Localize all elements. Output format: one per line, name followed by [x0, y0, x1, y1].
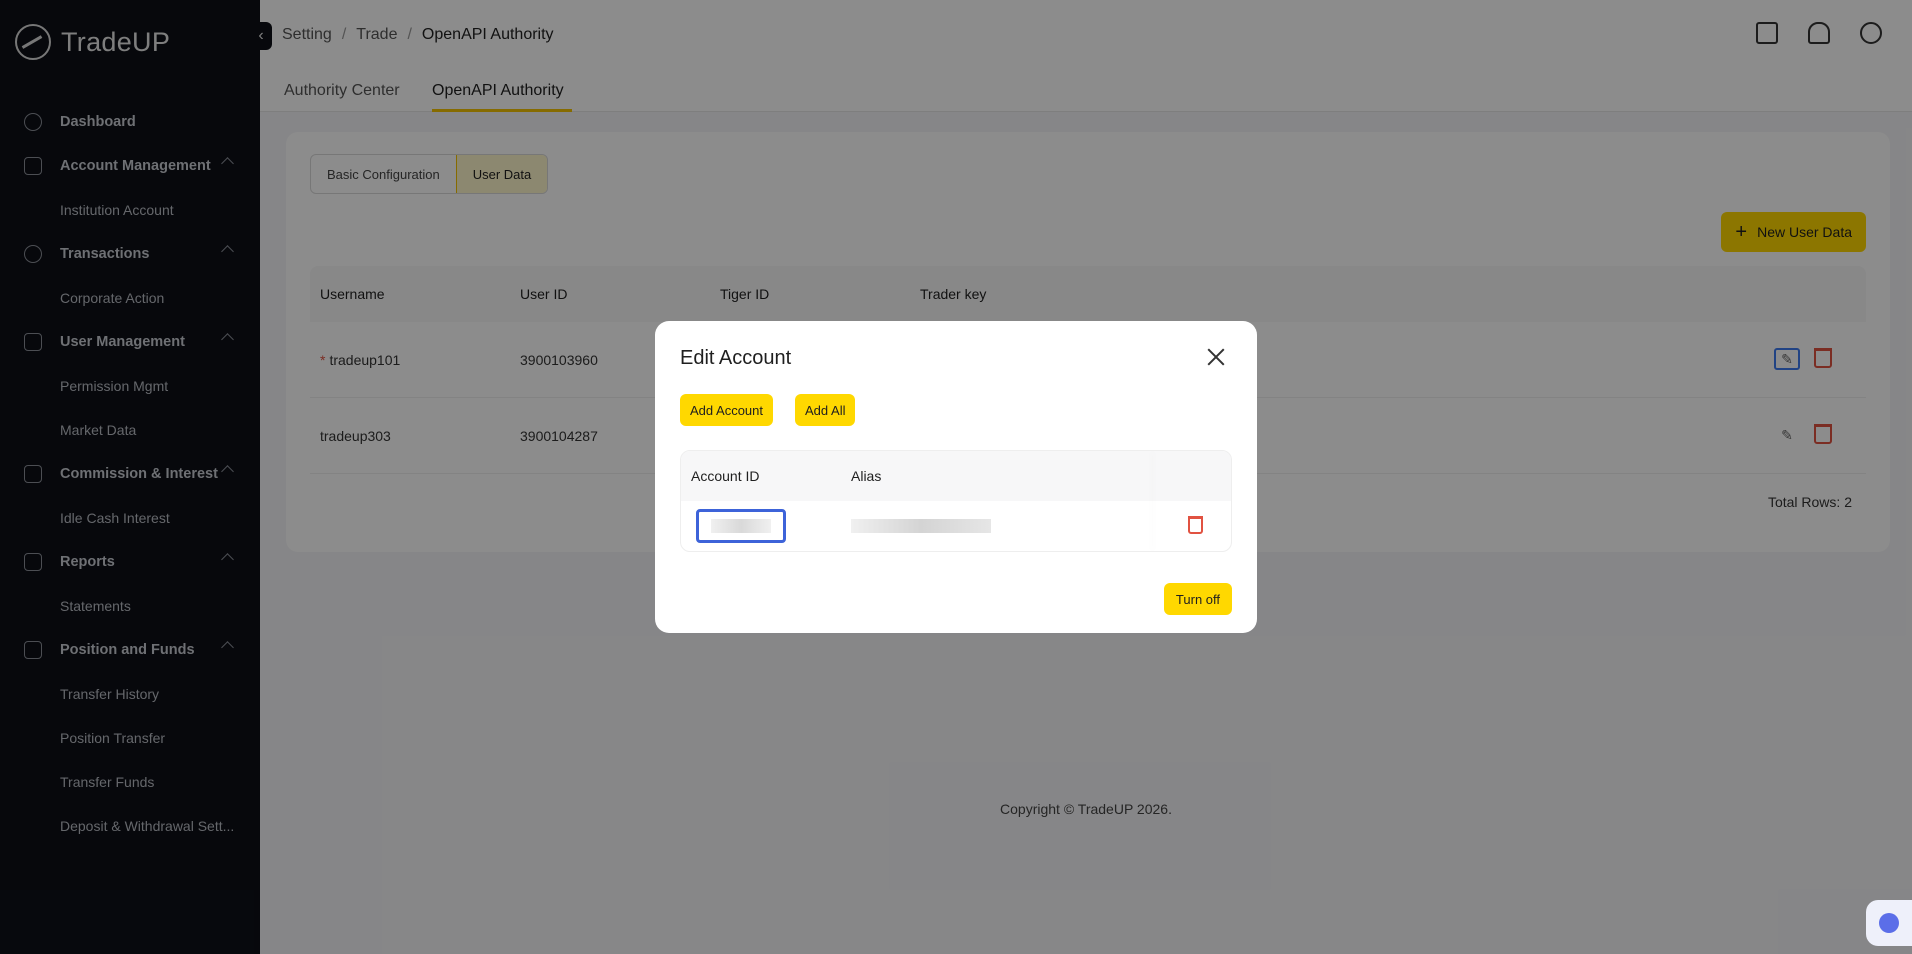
assistant-icon: [1879, 913, 1899, 933]
header-account-id: Account ID: [691, 468, 760, 484]
turn-off-button[interactable]: Turn off: [1163, 583, 1232, 615]
close-icon[interactable]: [1205, 346, 1227, 368]
account-id-input[interactable]: [696, 509, 786, 543]
account-table: Account ID Alias: [680, 450, 1232, 552]
edit-account-modal: Edit Account Add Account Add All Account…: [655, 321, 1257, 633]
alias-redacted-value[interactable]: [851, 519, 991, 533]
header-alias: Alias: [851, 468, 882, 484]
assistant-widget[interactable]: [1866, 900, 1912, 946]
modal-title: Edit Account: [680, 347, 792, 369]
add-account-button[interactable]: Add Account: [680, 394, 773, 426]
add-all-button[interactable]: Add All: [795, 394, 856, 426]
account-table-header: Account ID Alias: [681, 451, 1231, 501]
trash-icon[interactable]: [1188, 516, 1203, 534]
redacted-value: [711, 519, 771, 533]
column-divider: [1156, 451, 1157, 551]
account-row: [681, 501, 1231, 551]
